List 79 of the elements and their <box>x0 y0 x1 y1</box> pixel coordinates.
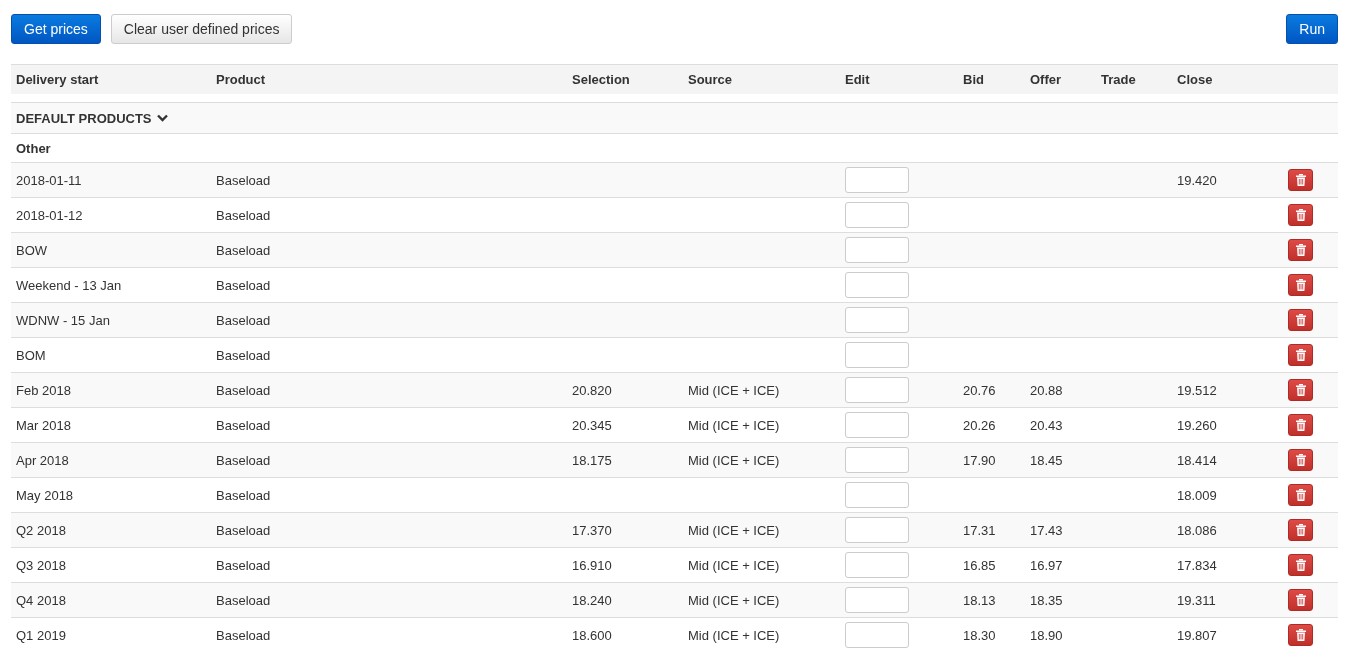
table-cell: Apr 2018 <box>16 452 69 468</box>
table-cell: Mid (ICE + ICE) <box>688 522 780 538</box>
table-cell: WDNW - 15 Jan <box>16 312 110 328</box>
clear-button[interactable]: Clear user defined prices <box>110 14 293 44</box>
column-header: Edit <box>845 72 870 87</box>
table-cell: 18.45 <box>1030 452 1063 468</box>
primary-button[interactable]: Get prices <box>11 14 101 44</box>
table-cell: Feb 2018 <box>16 382 71 398</box>
table-cell: Q2 2018 <box>16 522 66 538</box>
table-cell: Baseload <box>216 172 271 188</box>
table-cell: 17.834 <box>1177 557 1217 573</box>
table-cell: 19.311 <box>1177 592 1216 608</box>
table-cell: Mid (ICE + ICE) <box>688 557 780 573</box>
column-header: Selection <box>572 72 630 87</box>
table-cell: 2018-01-12 <box>16 207 83 223</box>
table-cell: 20.820 <box>572 382 612 398</box>
table-cell: Mar 2018 <box>16 417 71 433</box>
column-header: Close <box>1177 72 1213 87</box>
run-button[interactable]: Run <box>1286 14 1338 44</box>
table-cell: 18.30 <box>963 627 996 643</box>
table-cell: 19.512 <box>1177 382 1217 398</box>
table-cell: BOW <box>16 242 48 258</box>
table-cell: Baseload <box>216 382 271 398</box>
table-cell: 20.43 <box>1030 417 1063 433</box>
table-cell: 18.90 <box>1030 627 1063 643</box>
table-cell: Q1 2019 <box>16 627 66 643</box>
table-cell: BOM <box>16 347 46 363</box>
section-title: DEFAULT PRODUCTS <box>16 110 152 126</box>
column-header: Source <box>688 72 733 87</box>
table-cell: 16.85 <box>963 557 996 573</box>
table-cell: Mid (ICE + ICE) <box>688 417 780 433</box>
table-cell: 2018-01-11 <box>16 172 82 188</box>
table-cell: Baseload <box>216 487 271 503</box>
table-cell: 19.420 <box>1177 172 1217 188</box>
table-cell: 17.43 <box>1030 522 1063 538</box>
table-cell: Baseload <box>216 557 271 573</box>
column-header: Trade <box>1101 72 1136 87</box>
table-cell: 17.90 <box>963 452 996 468</box>
table-cell: Baseload <box>216 347 271 363</box>
table-cell: Q3 2018 <box>16 557 66 573</box>
table-cell: 18.175 <box>572 452 612 468</box>
column-header: Product <box>216 72 266 87</box>
column-header: Bid <box>963 72 984 87</box>
table-cell: Baseload <box>216 277 271 293</box>
table-cell: Baseload <box>216 312 271 328</box>
table-cell: 18.086 <box>1177 522 1217 538</box>
table-cell: Mid (ICE + ICE) <box>688 382 780 398</box>
table-cell: Weekend - 13 Jan <box>16 277 122 293</box>
table-cell: 20.88 <box>1030 382 1063 398</box>
table-cell: Baseload <box>216 417 271 433</box>
table-cell: May 2018 <box>16 487 74 503</box>
table-cell: 20.26 <box>963 417 996 433</box>
table-cell: Mid (ICE + ICE) <box>688 627 780 643</box>
table-cell: 18.414 <box>1177 452 1217 468</box>
table-cell: Q4 2018 <box>16 592 66 608</box>
table-cell: Baseload <box>216 592 271 608</box>
table-cell: 19.807 <box>1177 627 1217 643</box>
table-cell: Baseload <box>216 242 271 258</box>
table-cell: 18.600 <box>572 627 612 643</box>
table-cell: 18.13 <box>963 592 996 608</box>
table-cell: Baseload <box>216 522 271 538</box>
group-label: Other <box>16 140 51 156</box>
table-cell: 20.345 <box>572 417 612 433</box>
table-cell: 17.370 <box>572 522 612 538</box>
table-cell: Baseload <box>216 627 271 643</box>
table-cell: 17.31 <box>963 522 996 538</box>
table-cell: Baseload <box>216 452 271 468</box>
table-cell: 18.240 <box>572 592 612 608</box>
table-cell: 18.009 <box>1177 487 1217 503</box>
table-cell: 19.260 <box>1177 417 1217 433</box>
table-cell: 20.76 <box>963 382 996 398</box>
column-header: Delivery start <box>16 72 99 87</box>
table-cell: Mid (ICE + ICE) <box>688 452 780 468</box>
table-cell: 18.35 <box>1030 592 1063 608</box>
table-cell: Baseload <box>216 207 271 223</box>
column-header: Offer <box>1030 72 1062 87</box>
table-cell: 16.910 <box>572 557 612 573</box>
table-cell: Mid (ICE + ICE) <box>688 592 780 608</box>
table-cell: 16.97 <box>1030 557 1063 573</box>
